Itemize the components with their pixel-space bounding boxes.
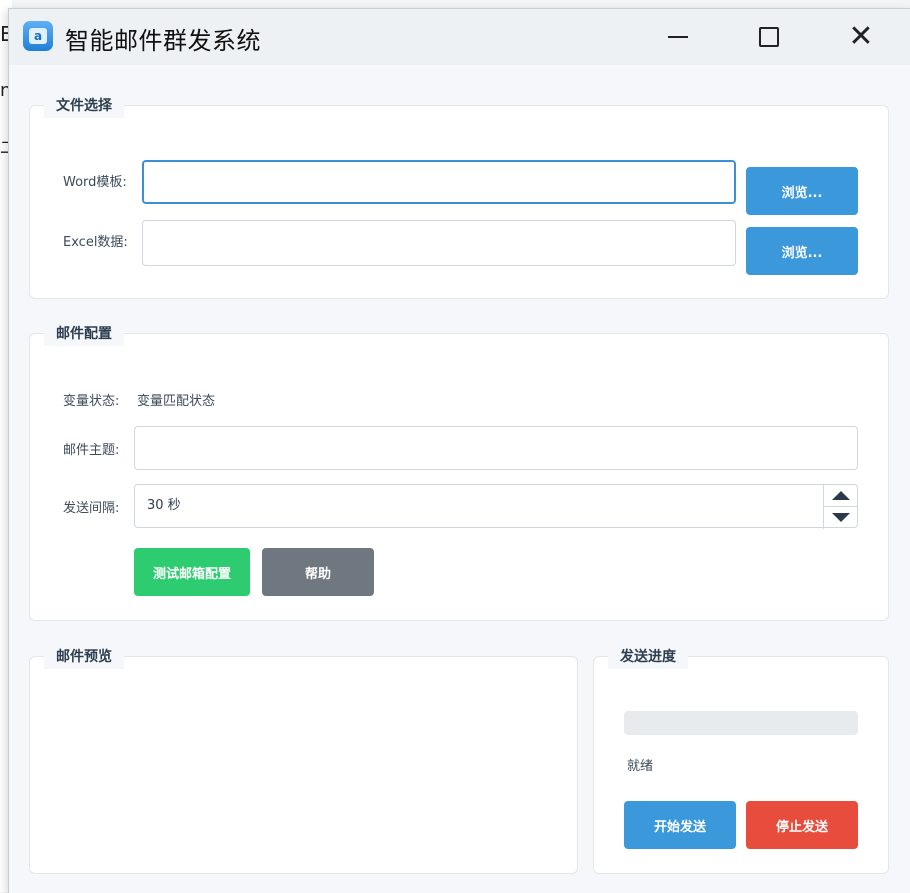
- status-text: 就绪: [627, 759, 654, 774]
- excel-data-label: Excel数据:: [63, 235, 128, 250]
- close-icon: ✕: [848, 19, 874, 54]
- test-email-config-button[interactable]: 测试邮箱配置: [134, 548, 250, 596]
- spin-down-button[interactable]: [824, 507, 858, 528]
- word-template-label: Word模板:: [63, 175, 127, 190]
- stop-send-button[interactable]: 停止发送: [746, 801, 858, 849]
- window-title: 智能邮件群发系统: [65, 27, 261, 55]
- email-preview-legend: 邮件预览: [44, 645, 124, 669]
- browse-excel-button[interactable]: 浏览...: [746, 227, 858, 275]
- help-button[interactable]: 帮助: [262, 548, 374, 596]
- email-config-group: 邮件配置 变量状态: 变量匹配状态 邮件主题: 发送间隔: 30 秒 测试邮箱配…: [29, 322, 889, 621]
- title-bar: a 智能邮件群发系统 ✕: [9, 9, 910, 65]
- send-progress-group: 发送进度 就绪 开始发送 停止发送: [593, 645, 889, 874]
- close-button[interactable]: ✕: [836, 15, 886, 59]
- subject-label: 邮件主题:: [63, 443, 120, 458]
- send-progress-legend: 发送进度: [608, 645, 688, 669]
- file-selection-group: 文件选择 Word模板: 浏览... Excel数据: 浏览...: [29, 94, 889, 299]
- spinbox-controls: [823, 485, 858, 529]
- app-window: a 智能邮件群发系统 ✕ 文件选择 Word模板: 浏览... Excel数据:…: [8, 8, 910, 893]
- interval-spinbox[interactable]: 30 秒: [134, 484, 858, 529]
- app-mail-icon: a: [23, 21, 53, 51]
- variable-status-value: 变量匹配状态: [137, 394, 216, 409]
- interval-label: 发送间隔:: [63, 501, 120, 516]
- minimize-button[interactable]: [653, 15, 703, 59]
- minimize-icon: [668, 36, 688, 38]
- subject-input[interactable]: [134, 426, 858, 470]
- email-preview-group: 邮件预览: [29, 645, 578, 874]
- start-send-button[interactable]: 开始发送: [624, 801, 736, 849]
- excel-data-input[interactable]: [142, 220, 736, 266]
- file-selection-legend: 文件选择: [44, 94, 124, 118]
- send-progress-bar: [624, 711, 858, 735]
- maximize-button[interactable]: [744, 15, 794, 59]
- browse-word-button[interactable]: 浏览...: [746, 167, 858, 215]
- maximize-icon: [759, 27, 779, 47]
- email-config-legend: 邮件配置: [44, 322, 124, 346]
- arrow-up-icon: [832, 491, 850, 500]
- arrow-down-icon: [832, 513, 850, 522]
- interval-value: 30 秒: [147, 498, 181, 513]
- spin-up-button[interactable]: [824, 485, 858, 507]
- word-template-input[interactable]: [142, 160, 736, 204]
- variable-status-label: 变量状态:: [63, 394, 120, 409]
